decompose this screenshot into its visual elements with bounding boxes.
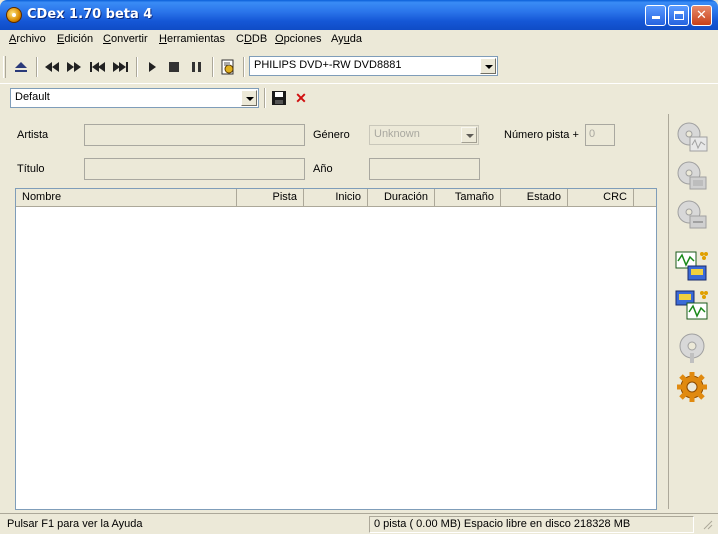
- status-help-text: Pulsar F1 para ver la Ayuda: [7, 518, 143, 530]
- menu-convertir[interactable]: Convertir: [103, 33, 148, 45]
- minimize-icon: [651, 16, 660, 19]
- title-bar[interactable]: CDex 1.70 beta 4 ✕: [0, 0, 718, 30]
- profile-select[interactable]: Default: [10, 88, 259, 108]
- chevron-down-icon[interactable]: [461, 127, 477, 143]
- genre-select-value: Unknown: [374, 128, 420, 140]
- play-button[interactable]: [142, 57, 162, 77]
- save-icon: [272, 91, 286, 105]
- window-title: CDex 1.70 beta 4: [27, 7, 153, 22]
- toolbar-separator: [136, 57, 138, 77]
- artist-field[interactable]: [84, 124, 305, 146]
- toolbar-grip[interactable]: [3, 56, 6, 78]
- column-inicio[interactable]: Inicio: [304, 189, 368, 207]
- delete-profile-button[interactable]: ✕: [291, 88, 311, 108]
- rewind-button[interactable]: [42, 57, 62, 77]
- gear-icon: [677, 372, 707, 402]
- pause-button[interactable]: [187, 57, 207, 77]
- pause-icon: [192, 62, 201, 72]
- column-pista[interactable]: Pista: [237, 189, 304, 207]
- profile-toolbar: Default ✕: [0, 83, 718, 113]
- extract-to-wav-button[interactable]: [673, 118, 711, 156]
- toolbar-separator: [212, 57, 214, 77]
- close-icon: ✕: [696, 8, 707, 23]
- extract-to-compressed-button[interactable]: [673, 157, 711, 195]
- action-panel: [668, 114, 714, 509]
- column-nombre[interactable]: Nombre: [16, 189, 237, 207]
- menu-opciones[interactable]: Opciones: [275, 33, 321, 45]
- minimize-button[interactable]: [645, 5, 666, 26]
- track-number-label: Número pista +: [504, 129, 579, 141]
- menu-herramientas[interactable]: Herramientas: [159, 33, 225, 45]
- status-disk-info: 0 pista ( 0.00 MB) Espacio libre en disc…: [369, 516, 694, 533]
- chevron-down-icon[interactable]: [480, 58, 496, 74]
- microphone-icon: [679, 333, 705, 363]
- eject-icon: [15, 62, 27, 72]
- mp3-to-wav-icon: [675, 290, 708, 320]
- drive-select[interactable]: PHILIPS DVD+-RW DVD8881: [249, 56, 498, 76]
- cd-partial-icon: [677, 200, 707, 229]
- genre-select[interactable]: Unknown: [369, 125, 479, 145]
- record-button[interactable]: [673, 329, 711, 367]
- year-label: Año: [313, 163, 333, 175]
- menu-cddb[interactable]: CDDB: [236, 33, 267, 45]
- wav-to-compressed-button[interactable]: [673, 247, 711, 285]
- skip-forward-icon: [112, 62, 128, 72]
- cd-to-wav-icon: [677, 122, 708, 152]
- track-number-field[interactable]: 0: [585, 124, 615, 146]
- maximize-button[interactable]: [668, 5, 689, 26]
- artist-label: Artista: [17, 129, 49, 141]
- menu-edicion[interactable]: Edición: [57, 33, 93, 45]
- chevron-down-icon[interactable]: [241, 90, 257, 106]
- column-filler: [634, 189, 656, 207]
- compressed-to-wav-button[interactable]: [673, 286, 711, 324]
- genre-label: Género: [313, 129, 350, 141]
- maximize-icon: [673, 11, 684, 20]
- previous-track-button[interactable]: [87, 57, 107, 77]
- toolbar-separator: [243, 57, 245, 77]
- wav-to-mp3-icon: [675, 251, 708, 281]
- stop-icon: [169, 62, 179, 72]
- year-field[interactable]: [369, 158, 480, 180]
- drive-select-value: PHILIPS DVD+-RW DVD8881: [254, 59, 402, 71]
- resize-grip-icon[interactable]: [696, 516, 716, 533]
- toolbar-separator: [36, 57, 38, 77]
- title-field[interactable]: [84, 158, 305, 180]
- cd-info-button[interactable]: [218, 57, 238, 77]
- play-icon: [149, 62, 156, 72]
- next-track-button[interactable]: [110, 57, 130, 77]
- column-estado[interactable]: Estado: [501, 189, 568, 207]
- column-tamano[interactable]: Tamaño: [435, 189, 501, 207]
- eject-button[interactable]: [11, 57, 31, 77]
- column-duracion[interactable]: Duración: [368, 189, 435, 207]
- delete-icon: ✕: [295, 89, 307, 106]
- track-number-value: 0: [589, 128, 596, 140]
- skip-back-icon: [89, 62, 105, 72]
- title-label: Título: [17, 163, 45, 175]
- close-button[interactable]: ✕: [691, 5, 712, 26]
- save-profile-button[interactable]: [269, 88, 289, 108]
- track-list[interactable]: Nombre Pista Inicio Duración Tamaño Esta…: [15, 188, 657, 510]
- extract-partial-button[interactable]: [673, 196, 711, 234]
- menu-archivo[interactable]: Archivo: [9, 33, 46, 45]
- main-toolbar: PHILIPS DVD+-RW DVD8881: [0, 52, 718, 82]
- column-crc[interactable]: CRC: [568, 189, 634, 207]
- menu-ayuda[interactable]: Ayuda: [331, 33, 362, 45]
- fast-forward-icon: [67, 62, 81, 72]
- configuration-button[interactable]: [673, 368, 711, 406]
- track-list-header: Nombre Pista Inicio Duración Tamaño Esta…: [16, 189, 656, 207]
- status-bar: Pulsar F1 para ver la Ayuda 0 pista ( 0.…: [0, 513, 718, 534]
- stop-button[interactable]: [164, 57, 184, 77]
- rewind-icon: [45, 62, 59, 72]
- profile-select-value: Default: [15, 91, 50, 103]
- cd-to-mp3-icon: [677, 161, 707, 190]
- cd-info-icon: [221, 59, 234, 75]
- menu-bar: Archivo Edición Convertir Herramientas C…: [0, 30, 718, 49]
- toolbar-separator: [264, 88, 266, 108]
- cdex-app-icon[interactable]: [6, 7, 22, 23]
- fast-forward-button[interactable]: [64, 57, 84, 77]
